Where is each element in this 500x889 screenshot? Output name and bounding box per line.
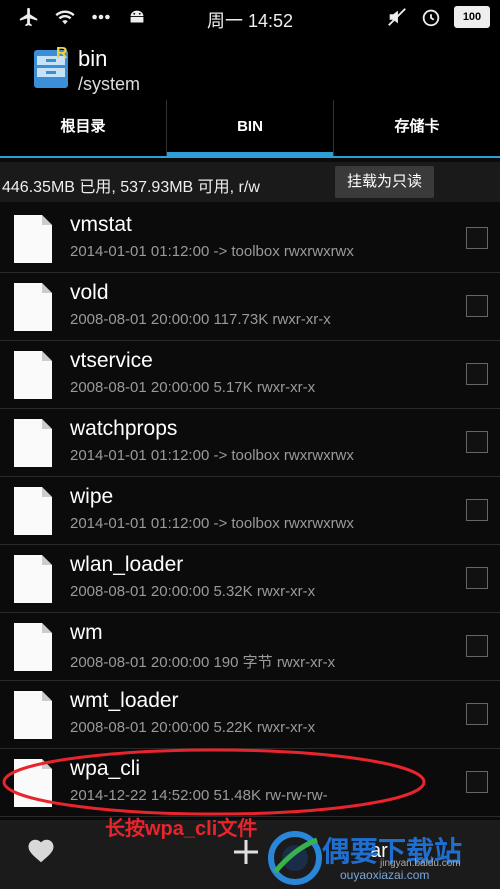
file-meta: 2008-08-01 20:00:00 5.32K rwxr-xr-x — [70, 583, 316, 600]
list-item[interactable]: vold 2008-08-01 20:00:00 117.73K rwxr-xr… — [0, 273, 500, 341]
list-item[interactable]: wlan_loader 2008-08-01 20:00:00 5.32K rw… — [0, 545, 500, 613]
battery-icon: 100 — [454, 6, 490, 28]
file-name: wpa_cli — [70, 757, 141, 780]
file-checkbox[interactable] — [466, 703, 488, 725]
add-plus-icon[interactable] — [232, 838, 260, 866]
status-right-icons: 100 — [386, 6, 490, 28]
current-path: /system — [78, 74, 141, 94]
list-item[interactable]: watchprops 2014-01-01 01:12:00 -> toolbo… — [0, 409, 500, 477]
list-item[interactable]: wm 2008-08-01 20:00:00 190 字节 rwxr-xr-x — [0, 613, 500, 681]
file-meta: 2014-01-01 01:12:00 -> toolbox rwxrwxrwx — [70, 243, 354, 260]
file-checkbox[interactable] — [466, 499, 488, 521]
svg-text:R: R — [56, 45, 68, 62]
file-meta: 2008-08-01 20:00:00 117.73K rwxr-xr-x — [70, 311, 331, 328]
favorites-heart-icon[interactable] — [26, 836, 56, 866]
file-meta: 2008-08-01 20:00:00 190 字节 rwxr-xr-x — [70, 654, 336, 671]
file-checkbox[interactable] — [466, 771, 488, 793]
file-icon — [14, 419, 52, 467]
list-item[interactable]: vmstat 2014-01-01 01:12:00 -> toolbox rw… — [0, 205, 500, 273]
file-icon — [14, 759, 52, 807]
page-title: bin — [78, 46, 108, 71]
file-name: wipe — [70, 485, 114, 508]
file-icon — [14, 691, 52, 739]
tab-root[interactable]: 根目录 — [0, 100, 166, 158]
file-meta: 2014-01-01 01:12:00 -> toolbox rwxrwxrwx — [70, 515, 354, 532]
file-meta: 2008-08-01 20:00:00 5.22K rwxr-xr-x — [70, 719, 316, 736]
storage-info-bar: 446.35MB 已用, 537.93MB 可用, r/w 挂载为只读 — [0, 162, 500, 202]
file-checkbox[interactable] — [466, 295, 488, 317]
file-name: wmt_loader — [70, 689, 179, 712]
file-icon — [14, 351, 52, 399]
list-item[interactable]: wipe 2014-01-01 01:12:00 -> toolbox rwxr… — [0, 477, 500, 545]
file-meta: 2008-08-01 20:00:00 5.17K rwxr-xr-x — [70, 379, 316, 396]
status-bar: 周一 14:52 100 — [0, 0, 500, 34]
file-checkbox[interactable] — [466, 567, 488, 589]
file-name: vmstat — [70, 213, 132, 236]
file-icon — [14, 215, 52, 263]
tab-bin[interactable]: BIN — [166, 100, 333, 158]
file-checkbox[interactable] — [466, 363, 488, 385]
file-checkbox[interactable] — [466, 635, 488, 657]
alarm-icon — [422, 9, 440, 27]
tab-divider — [0, 156, 500, 158]
watermark-url: ouyaoxiazai.com — [340, 868, 430, 882]
action-bar — [0, 34, 500, 100]
file-name: vold — [70, 281, 109, 304]
file-list: vmstat 2014-01-01 01:12:00 -> toolbox rw… — [0, 205, 500, 817]
file-icon — [14, 283, 52, 331]
file-name: watchprops — [70, 417, 178, 440]
tab-sdcard[interactable]: 存储卡 — [333, 100, 500, 158]
list-item[interactable]: wpa_cli 2014-12-22 14:52:00 51.48K rw-rw… — [0, 749, 500, 817]
list-item[interactable]: wmt_loader 2008-08-01 20:00:00 5.22K rwx… — [0, 681, 500, 749]
list-item[interactable]: vtservice 2008-08-01 20:00:00 5.17K rwxr… — [0, 341, 500, 409]
file-meta: 2014-12-22 14:52:00 51.48K rw-rw-rw- — [70, 787, 328, 804]
file-name: wlan_loader — [70, 553, 184, 576]
root-explorer-app-icon[interactable]: R — [32, 44, 70, 90]
annotation-text: 长按wpa_cli文件 — [105, 818, 258, 840]
file-icon — [14, 623, 52, 671]
mute-icon — [388, 8, 406, 26]
file-checkbox[interactable] — [466, 227, 488, 249]
file-name: vtservice — [70, 349, 153, 372]
storage-info: 446.35MB 已用, 537.93MB 可用, r/w — [2, 179, 260, 196]
tab-bar: 根目录 BIN 存储卡 — [0, 100, 500, 158]
file-meta: 2014-01-01 01:12:00 -> toolbox rwxrwxrwx — [70, 447, 354, 464]
file-checkbox[interactable] — [466, 431, 488, 453]
file-name: wm — [70, 621, 103, 644]
file-icon — [14, 555, 52, 603]
file-icon — [14, 487, 52, 535]
mount-readonly-button[interactable]: 挂载为只读 — [334, 166, 434, 198]
